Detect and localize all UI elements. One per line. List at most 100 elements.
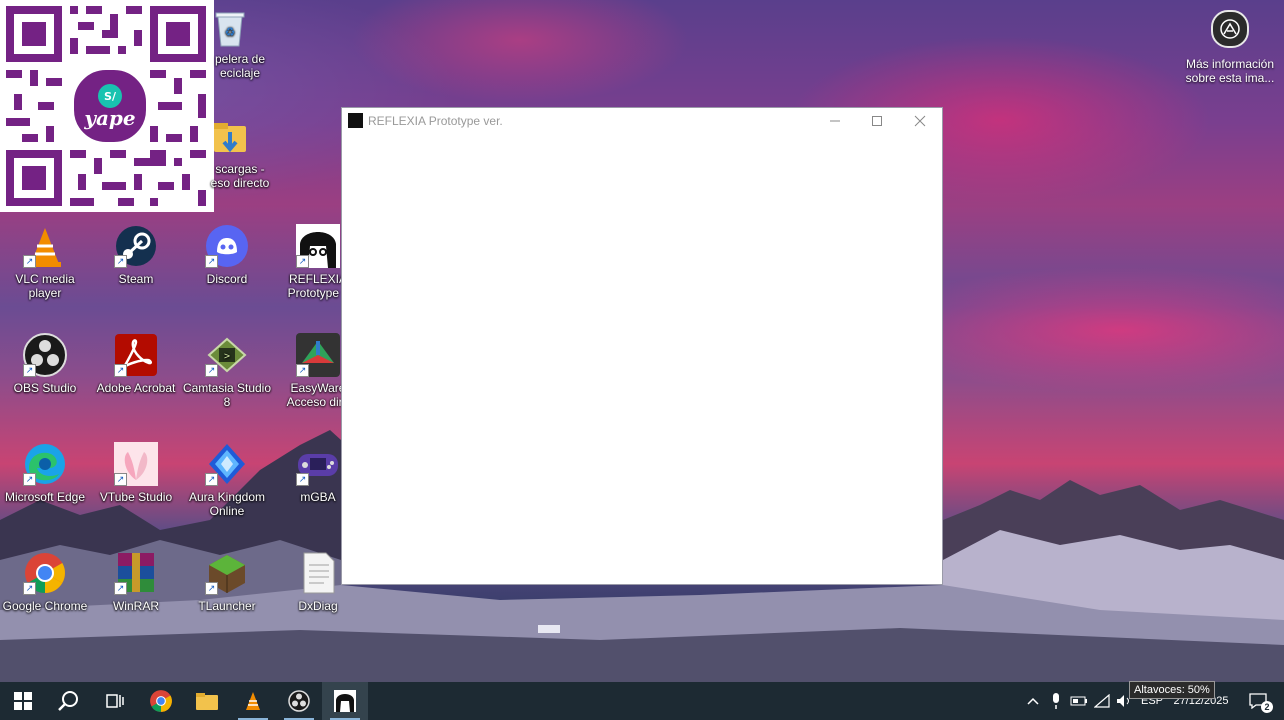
desktop-icon-edge[interactable]: ↗ Microsoft Edge [0, 442, 90, 504]
more-info-line1: Más información [1185, 57, 1275, 71]
icon-label-line1: VLC media player [15, 272, 75, 300]
obs-icon: ↗ [23, 333, 67, 377]
microphone-tray[interactable] [1045, 682, 1067, 720]
discord-icon: ↗ [205, 224, 249, 268]
vlc-icon [246, 692, 260, 710]
taskbar-reflexia[interactable] [322, 682, 368, 720]
icon-label-line1: TLauncher [198, 599, 256, 613]
network-tray[interactable] [1091, 682, 1113, 720]
shortcut-arrow-icon: ↗ [296, 255, 309, 268]
search-button[interactable] [46, 682, 92, 720]
tlauncher-icon: ↗ [205, 551, 249, 595]
document-icon [296, 551, 340, 595]
desktop-icon-obs[interactable]: ↗ OBS Studio [0, 333, 90, 395]
chevron-up-icon [1027, 697, 1039, 705]
desktop-icon-tlauncher[interactable]: ↗ TLauncher [182, 551, 272, 613]
desktop-icon-discord[interactable]: ↗ Discord [182, 224, 272, 286]
reflexia-window[interactable]: REFLEXIA Prototype ver. [341, 107, 943, 585]
volume-tooltip: Altavoces: 50% [1129, 681, 1215, 699]
icon-label-line2: eso directo [210, 176, 270, 190]
windows-icon [14, 692, 32, 710]
task-view-button[interactable] [92, 682, 138, 720]
desktop-icon-camtasia[interactable]: > ↗ Camtasia Studio 8 [182, 333, 272, 409]
easyware-icon: ↗ [296, 333, 340, 377]
search-icon [58, 691, 78, 711]
window-title-bar[interactable]: REFLEXIA Prototype ver. [342, 108, 942, 134]
icon-label-line1: WinRAR [112, 599, 159, 613]
taskbar-vlc[interactable] [230, 682, 276, 720]
shortcut-arrow-icon: ↗ [23, 364, 36, 377]
obs-icon [288, 690, 310, 712]
vtube-studio-icon: ↗ [114, 442, 158, 486]
shortcut-arrow-icon: ↗ [205, 364, 218, 377]
shortcut-arrow-icon: ↗ [205, 473, 218, 486]
more-info-about-image[interactable]: Más información sobre esta ima... [1180, 10, 1280, 85]
close-icon [914, 115, 926, 127]
notification-badge: 2 [1261, 701, 1273, 713]
battery-icon [1070, 696, 1087, 706]
shortcut-arrow-icon: ↗ [296, 364, 309, 377]
mgba-icon: ↗ [296, 442, 340, 486]
edge-icon: ↗ [23, 442, 67, 486]
desktop-icon-adobe-acrobat[interactable]: ↗ Adobe Acrobat [91, 333, 181, 395]
shortcut-arrow-icon: ↗ [114, 582, 127, 595]
desktop-icon-downloads[interactable]: scargas - eso directo [190, 118, 270, 190]
icon-label-line1: OBS Studio [13, 381, 77, 395]
yape-logo: S/ yape [70, 66, 150, 146]
steam-icon: ↗ [114, 224, 158, 268]
aura-kingdom-icon: ↗ [205, 442, 249, 486]
maximize-button[interactable] [856, 108, 898, 134]
winrar-icon: ↗ [114, 551, 158, 595]
vlc-icon: ↗ [23, 224, 67, 268]
action-center-button[interactable]: 2 [1238, 682, 1278, 720]
desktop-icon-steam[interactable]: ↗ Steam [91, 224, 181, 286]
shortcut-arrow-icon: ↗ [114, 255, 127, 268]
taskbar-chrome[interactable] [138, 682, 184, 720]
close-button[interactable] [899, 108, 941, 134]
acrobat-icon: ↗ [114, 333, 158, 377]
camera-info-icon [1211, 10, 1249, 48]
desktop-icon-recycle-bin[interactable]: ♻ pelera de eciclaje [190, 8, 270, 80]
icon-label-line2: eciclaje [219, 66, 261, 80]
icon-label-line1: DxDiag [298, 599, 338, 613]
shortcut-arrow-icon: ↗ [114, 473, 127, 486]
desktop-icon-chrome[interactable]: ↗ Google Chrome [0, 551, 90, 613]
desktop-icon-vlc[interactable]: ↗ VLC media player [0, 224, 90, 300]
shortcut-arrow-icon: ↗ [23, 473, 36, 486]
desktop-icon-aura-kingdom[interactable]: ↗ Aura Kingdom Online [182, 442, 272, 518]
recycle-bin-icon: ♻ [212, 8, 248, 48]
desktop-icon-vtube-studio[interactable]: ↗ VTube Studio [91, 442, 181, 504]
taskbar-obs[interactable] [276, 682, 322, 720]
maximize-icon [872, 116, 882, 126]
svg-text:♻: ♻ [225, 25, 236, 39]
desktop-icon-winrar[interactable]: ↗ WinRAR [91, 551, 181, 613]
icon-label-line2: Online [209, 504, 245, 518]
icon-label-line1: Camtasia Studio [182, 381, 272, 395]
qr-code-card: S/ yape [0, 0, 214, 212]
icon-label-line1: Google Chrome [2, 599, 88, 613]
chrome-icon: ↗ [23, 551, 67, 595]
icon-label-line1: Steam [118, 272, 154, 286]
show-hidden-icons-button[interactable] [1022, 682, 1044, 720]
folder-download-icon [212, 118, 248, 158]
minimize-button[interactable] [814, 108, 856, 134]
taskbar-file-explorer[interactable] [184, 682, 230, 720]
minimize-icon [830, 120, 840, 122]
icon-label-line1: scargas - [215, 162, 265, 176]
battery-tray[interactable] [1068, 682, 1090, 720]
icon-label-line1: Adobe Acrobat [96, 381, 176, 395]
yape-wordmark: yape [84, 106, 136, 130]
reflexia-icon [334, 690, 356, 712]
chrome-icon [150, 690, 172, 712]
reflexia-icon: ↗ [296, 224, 340, 268]
start-button[interactable] [0, 682, 46, 720]
icon-label-line1: Microsoft Edge [4, 490, 86, 504]
shortcut-arrow-icon: ↗ [205, 255, 218, 268]
icon-label-line1: pelera de [214, 52, 266, 66]
icon-label-line1: Discord [206, 272, 248, 286]
yape-coin-icon: S/ [98, 84, 122, 108]
icon-label-line1: VTube Studio [99, 490, 173, 504]
shortcut-arrow-icon: ↗ [23, 255, 36, 268]
icon-label-line1: Aura Kingdom [188, 490, 266, 504]
task-view-icon [106, 694, 124, 708]
